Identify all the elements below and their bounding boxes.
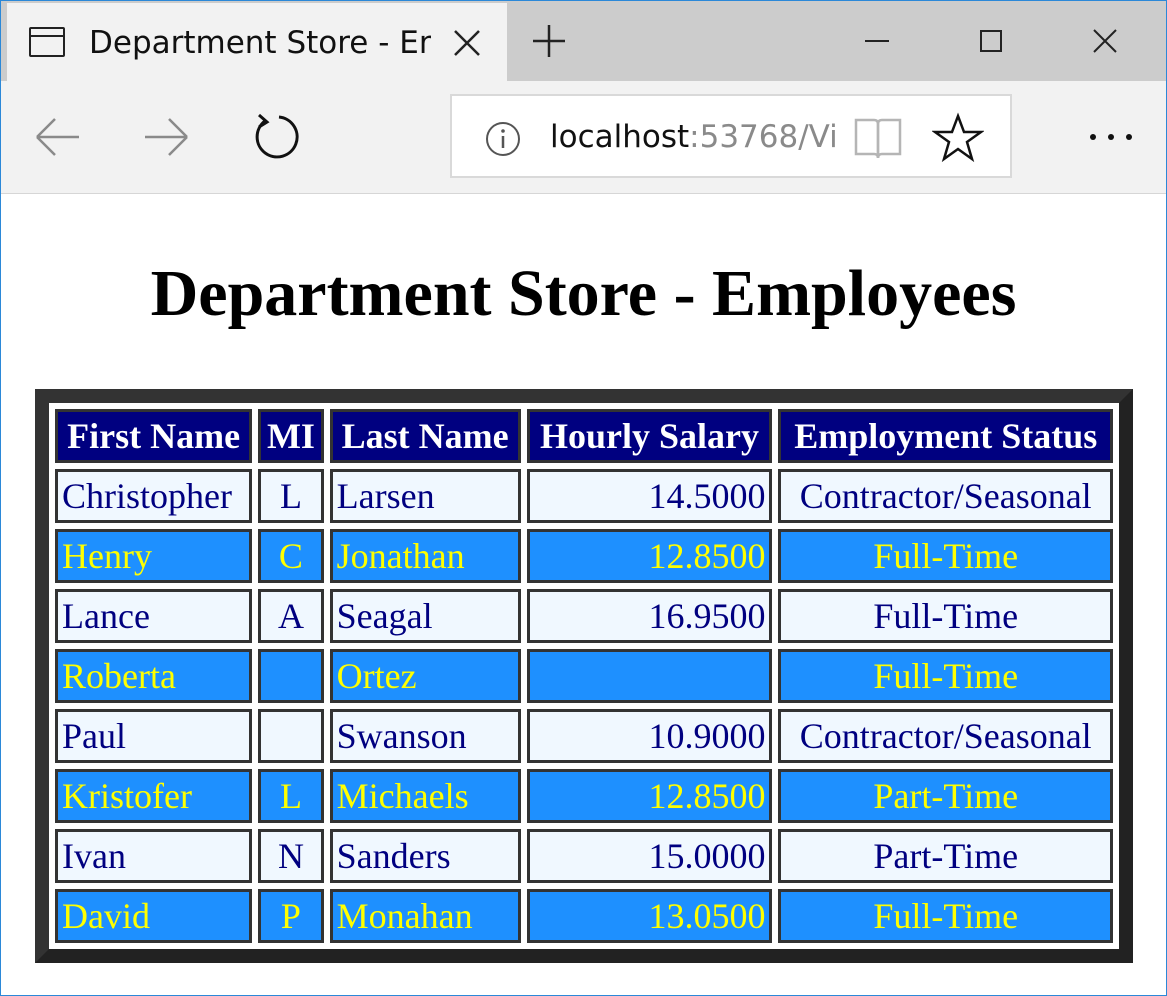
table-row: Lance A Seagal 16.9500 Full-Time: [55, 589, 1113, 643]
cell-first-name: Ivan: [55, 829, 253, 883]
cell-employment-status: Contractor/Seasonal: [778, 469, 1113, 523]
page-icon: [29, 27, 65, 57]
column-header-employment-status: Employment Status: [778, 409, 1113, 463]
cell-hourly-salary: [526, 649, 773, 703]
cell-last-name: Michaels: [329, 769, 521, 823]
plus-icon[interactable]: [529, 21, 569, 61]
cell-mi: [258, 649, 324, 703]
cell-last-name: Ortez: [329, 649, 521, 703]
cell-employment-status: Full-Time: [778, 529, 1113, 583]
cell-last-name: Jonathan: [329, 529, 521, 583]
cell-mi: C: [258, 529, 324, 583]
table-row: Kristofer L Michaels 12.8500 Part-Time: [55, 769, 1113, 823]
table-row: Henry C Jonathan 12.8500 Full-Time: [55, 529, 1113, 583]
cell-employment-status: Full-Time: [778, 889, 1113, 943]
browser-tab[interactable]: Department Store - Employees: [7, 3, 507, 81]
table-row: Paul Swanson 10.9000 Contractor/Seasonal: [55, 709, 1113, 763]
cell-last-name: Larsen: [329, 469, 521, 523]
cell-hourly-salary: 10.9000: [526, 709, 773, 763]
url-path: :53768/Views/Employees: [689, 119, 836, 155]
address-bar[interactable]: localhost:53768/Views/Employees: [450, 94, 1012, 178]
employees-table-wrapper: First Name MI Last Name Hourly Salary Employ…: [35, 389, 1133, 963]
arrow-left-icon[interactable]: [31, 111, 83, 163]
employees-table: First Name MI Last Name Hourly Salary Employ…: [35, 389, 1133, 963]
more-icon[interactable]: [1085, 113, 1137, 165]
column-header-hourly-salary: Hourly Salary: [526, 409, 773, 463]
cell-mi: A: [258, 589, 324, 643]
column-header-last-name: Last Name: [329, 409, 521, 463]
table-header-row: First Name MI Last Name Hourly Salary Employ…: [55, 409, 1113, 463]
navigation-toolbar: localhost:53768/Views/Employees: [1, 81, 1166, 194]
cell-hourly-salary: 12.8500: [526, 769, 773, 823]
cell-first-name: Kristofer: [55, 769, 253, 823]
info-icon[interactable]: [484, 120, 522, 158]
page-title: Department Store - Employees: [150, 257, 1017, 330]
column-header-mi: MI: [258, 409, 324, 463]
cell-employment-status: Full-Time: [778, 589, 1113, 643]
cell-first-name: Roberta: [55, 649, 253, 703]
cell-mi: [258, 709, 324, 763]
url-host: localhost: [550, 119, 690, 155]
cell-mi: P: [258, 889, 324, 943]
cell-last-name: Sanders: [329, 829, 521, 883]
cell-employment-status: Part-Time: [778, 769, 1113, 823]
maximize-icon[interactable]: [971, 21, 1011, 61]
cell-employment-status: Full-Time: [778, 649, 1113, 703]
arrow-right-icon[interactable]: [141, 111, 193, 163]
table-body: Christopher L Larsen 14.5000 Contractor/Seas…: [55, 469, 1113, 943]
close-icon[interactable]: [1085, 21, 1125, 61]
refresh-icon[interactable]: [251, 111, 303, 163]
cell-hourly-salary: 12.8500: [526, 529, 773, 583]
cell-hourly-salary: 15.0000: [526, 829, 773, 883]
close-icon[interactable]: [447, 23, 487, 63]
star-icon[interactable]: [932, 112, 984, 164]
url-text[interactable]: localhost:53768/Views/Employees: [550, 116, 836, 158]
cell-first-name: Christopher: [55, 469, 253, 523]
cell-hourly-salary: 13.0500: [526, 889, 773, 943]
title-bar: Department Store - Employees: [1, 1, 1166, 81]
table-row: Roberta Ortez Full-Time: [55, 649, 1113, 703]
cell-first-name: Henry: [55, 529, 253, 583]
cell-first-name: Lance: [55, 589, 253, 643]
cell-first-name: Paul: [55, 709, 253, 763]
table-row: Ivan N Sanders 15.0000 Part-Time: [55, 829, 1113, 883]
cell-mi: N: [258, 829, 324, 883]
table-row: David P Monahan 13.0500 Full-Time: [55, 889, 1113, 943]
cell-employment-status: Part-Time: [778, 829, 1113, 883]
column-header-first-name: First Name: [55, 409, 253, 463]
cell-last-name: Monahan: [329, 889, 521, 943]
cell-mi: L: [258, 469, 324, 523]
cell-last-name: Swanson: [329, 709, 521, 763]
tab-title: Department Store - Employees: [89, 25, 431, 61]
cell-mi: L: [258, 769, 324, 823]
cell-employment-status: Contractor/Seasonal: [778, 709, 1113, 763]
table-row: Christopher L Larsen 14.5000 Contractor/Seas…: [55, 469, 1113, 523]
cell-first-name: David: [55, 889, 253, 943]
minimize-icon[interactable]: [857, 21, 897, 61]
book-icon[interactable]: [852, 116, 904, 162]
browser-window: Department Store - Employees: [0, 0, 1167, 996]
cell-last-name: Seagal: [329, 589, 521, 643]
cell-hourly-salary: 16.9500: [526, 589, 773, 643]
cell-hourly-salary: 14.5000: [526, 469, 773, 523]
